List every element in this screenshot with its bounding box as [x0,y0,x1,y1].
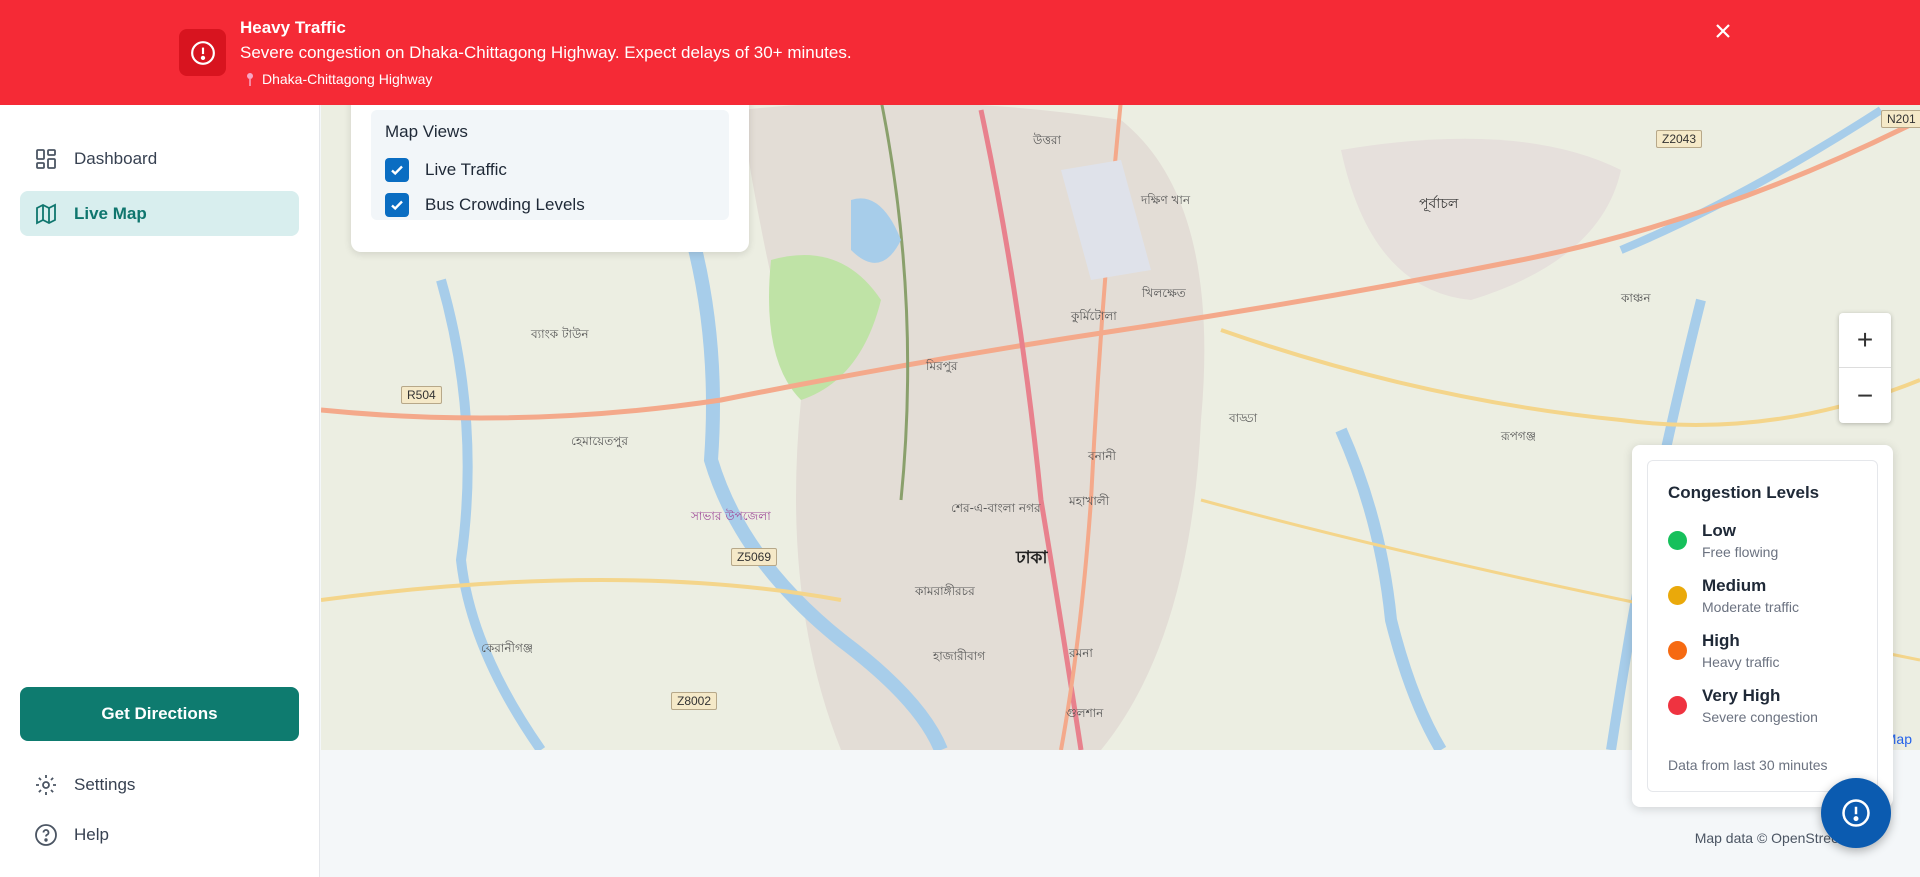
alert-location: Dhaka-Chittagong Highway [244,71,432,87]
map-label-kachpur: কাঞ্চন [1621,291,1651,305]
map-label-kurmitola: কুর্মিটোলা [1071,309,1117,323]
legend-item-high: High Heavy traffic [1668,631,1857,686]
alert-circle-icon [1842,799,1870,827]
close-icon [1716,24,1730,38]
settings-label: Settings [74,775,136,794]
get-directions-button[interactable]: Get Directions [20,687,299,741]
level-name: Medium [1702,576,1767,595]
road-shield: R504 [401,386,442,404]
map-label-gulshan: গুলশান [1066,706,1104,720]
map-label-ramna: রমনা [1069,646,1093,660]
level-desc: Heavy traffic [1702,654,1780,670]
legend-footer: Data from last 30 minutes [1668,757,1828,773]
map-views-title: Map Views [385,122,468,141]
map-label-badda: বাড্ডা [1229,411,1258,425]
level-desc: Free flowing [1702,544,1779,560]
congestion-legend: Congestion Levels Low Free flowing Medium… [1632,445,1893,807]
map-views-panel: Map Views Live Traffic Bus Crowding Leve… [351,90,749,252]
map-label-keraniganj: কেরানীগঞ্জ [481,641,534,655]
level-name: Low [1702,521,1736,540]
zoom-control: + − [1839,313,1891,423]
map-label-tejgaon: শের-এ-বাংলা নগর [951,501,1041,515]
sidebar-item-settings[interactable]: Settings [34,773,135,797]
road-shield: N201 [1881,110,1920,128]
road-shield: Z5069 [731,548,778,566]
map-label-dhaka: ঢাকা [1016,548,1048,568]
map-label-khilkhet: খিলক্ষেত [1142,286,1186,300]
sidebar-item-help[interactable]: Help [34,823,109,847]
map-label-savar: সাভার উপজেলা [691,509,771,523]
map-label-mohakhali: মহাখালী [1069,494,1110,508]
help-circle-icon [35,824,57,846]
road-shield: Z2043 [1656,130,1703,148]
alert-location-text: Dhaka-Chittagong Highway [262,71,433,87]
help-label: Help [74,825,109,844]
map-label-rupganj: রূপগঞ্জ [1501,429,1537,443]
sidebar-item-label: Live Map [74,203,147,223]
map-label-banani: বনানী [1088,449,1116,463]
bus-crowding-toggle[interactable]: Bus Crowding Levels [385,187,715,222]
level-name: Very High [1702,686,1781,705]
legend-dot [1668,641,1687,660]
map-label-hazaribagh: হাজারীবাগ [933,649,986,663]
legend-item-medium: Medium Moderate traffic [1668,576,1857,631]
legend-title: Congestion Levels [1668,483,1820,502]
alert-circle-icon [179,29,226,76]
bus-crowding-label: Bus Crowding Levels [425,194,585,214]
close-alert-button[interactable] [1710,18,1736,44]
alert-title: Heavy Traffic [240,18,346,37]
gear-icon [36,775,56,795]
map-label-hemayetpur: হেমায়েতপুর [571,434,628,448]
sidebar-item-live-map[interactable]: Live Map [20,191,299,236]
map-label-bank-town: ব্যাংক টাউন [531,327,589,341]
live-traffic-toggle[interactable]: Live Traffic [385,152,715,187]
legend-dot [1668,696,1687,715]
traffic-alert-banner: Heavy Traffic Severe congestion on Dhaka… [0,0,1920,105]
map-label-uttara: উত্তরা [1033,133,1062,147]
live-traffic-label: Live Traffic [425,159,507,179]
checkbox-checked-icon[interactable] [385,192,409,217]
dashboard-grid-icon [36,148,56,169]
legend-item-low: Low Free flowing [1668,521,1857,576]
road-shield: Z8002 [671,692,718,710]
zoom-out-button[interactable]: − [1839,368,1891,423]
map-label-purbachal: পূর্বাচল [1419,196,1459,212]
map-label-dakshinkhan: দক্ষিণ খান [1141,193,1191,207]
sidebar-item-dashboard[interactable]: Dashboard [20,136,299,181]
legend-dot [1668,531,1687,550]
alerts-fab-button[interactable] [1821,778,1891,848]
map-label-mirpur: মিরপুর [926,359,958,373]
level-desc: Severe congestion [1702,709,1818,725]
legend-item-very-high: Very High Severe congestion [1668,686,1857,741]
checkbox-checked-icon[interactable] [385,157,409,182]
level-desc: Moderate traffic [1702,599,1800,615]
level-name: High [1702,631,1740,650]
map-icon [36,203,56,224]
location-pin-icon [247,73,253,86]
legend-dot [1668,586,1687,605]
sidebar: Dashboard Live Map Get Directions Settin… [0,0,320,877]
zoom-in-button[interactable]: + [1839,313,1891,368]
sidebar-item-label: Dashboard [74,148,158,168]
alert-message: Severe congestion on Dhaka-Chittagong Hi… [240,43,852,62]
map-label-kamrangirchar: কামরাঙ্গীরচর [915,584,975,598]
